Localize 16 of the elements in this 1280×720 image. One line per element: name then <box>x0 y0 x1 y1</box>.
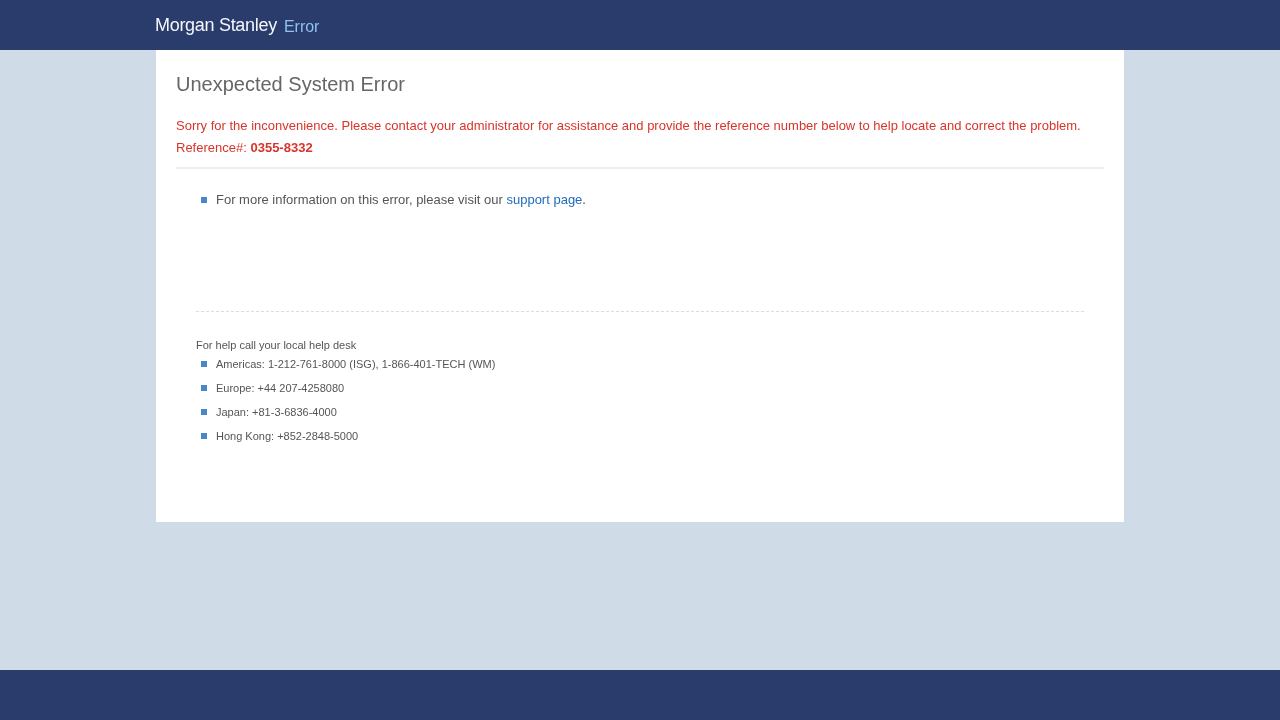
help-desk-number: Europe: +44 207-4258080 <box>216 381 345 396</box>
section-title: Error <box>283 17 320 37</box>
bullet-icon <box>201 409 207 415</box>
help-heading: For help call your local help desk <box>196 338 358 353</box>
bullet-icon <box>201 361 207 367</box>
bullet-icon <box>201 197 207 203</box>
error-title: Unexpected System Error <box>176 72 406 97</box>
info-text: For more information on this error, please visit our support page. <box>216 191 586 209</box>
help-desk-number: Hong Kong: +852-2848-5000 <box>216 429 359 444</box>
bullet-icon <box>201 385 207 391</box>
reference-number: Reference#: 0355-8332 <box>176 139 314 157</box>
logo-text: Morgan Stanley <box>155 14 277 36</box>
bullet-icon <box>201 433 207 439</box>
help-desk-number: Americas: 1-212-761-8000 (ISG), 1-866-401-TECH (WM) <box>216 357 496 372</box>
error-message: Sorry for the inconvenience. Please contact your administrator for assistance and provide the reference number below to help locate and correct the problem. <box>176 117 1082 135</box>
help-desk-number: Japan: +81-3-6836-4000 <box>216 405 337 420</box>
